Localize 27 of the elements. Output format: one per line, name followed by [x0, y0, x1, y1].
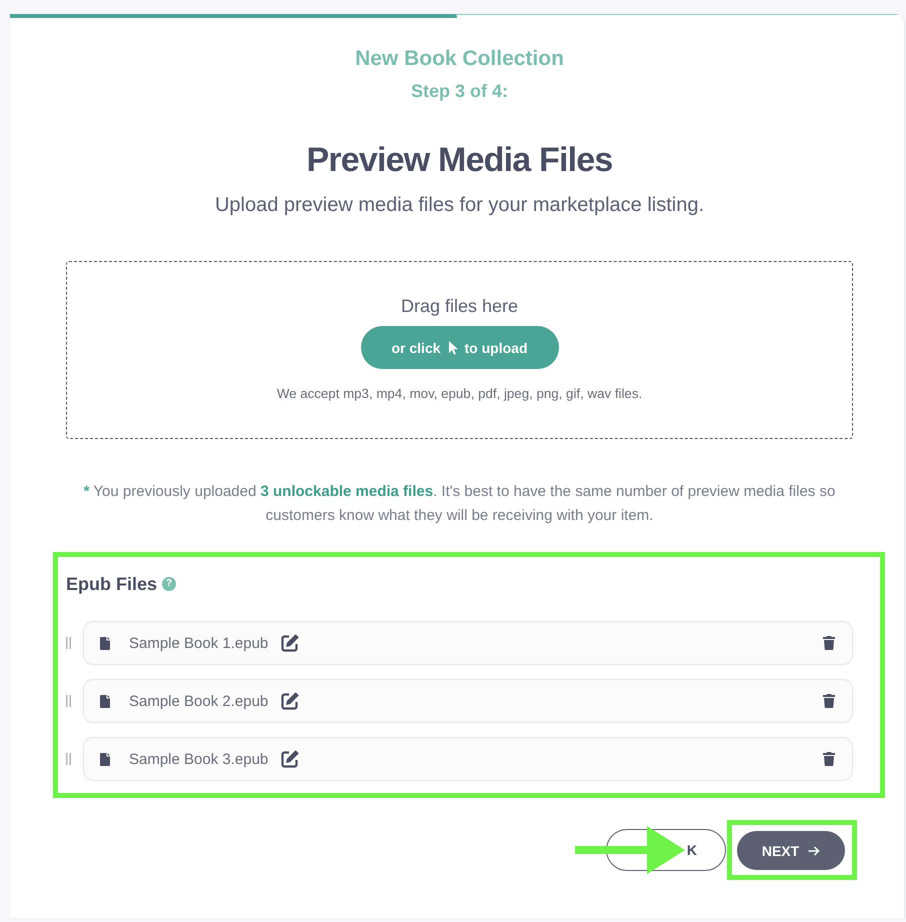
file-name: Sample Book 1.epub [129, 634, 268, 652]
drag-handle-icon[interactable] [66, 695, 71, 707]
file-name: Sample Book 3.epub [129, 750, 268, 768]
note-text: * You previously uploaded 3 unlockable media files. It's best to have the same number of preview media files so customers know what they will be receiving with your item. [82, 482, 836, 526]
edit-icon[interactable] [280, 749, 300, 769]
step-label: Step 3 of 4: [410, 80, 508, 102]
edit-icon[interactable] [280, 633, 300, 653]
collection-title: New Book Collection [355, 47, 564, 71]
trash-icon[interactable] [823, 694, 835, 708]
section-title: Epub Files [66, 573, 158, 596]
page-title: Preview Media Files [306, 140, 613, 180]
edit-icon[interactable] [280, 691, 300, 711]
drop-prompt: Drag files here [400, 295, 518, 317]
next-button[interactable]: NEXT [737, 831, 845, 870]
drag-handle-icon[interactable] [66, 637, 71, 649]
file-icon [100, 694, 110, 708]
drag-handle-icon[interactable] [66, 753, 71, 765]
file-icon [100, 636, 110, 650]
trash-icon[interactable] [823, 636, 835, 650]
file-icon [100, 752, 110, 766]
trash-icon[interactable] [823, 752, 835, 766]
accepted-formats-text: We accept mp3, mp4, mov, epub, pdf, jpeg, png, gif, wav files. [276, 385, 642, 403]
page-subtitle: Upload preview media files for your marketplace listing. [214, 193, 704, 217]
drop-zone[interactable]: Drag files here or click to upload We accept mp3, mp4, mov, epub, pdf, jpeg, png, gif, wav files. [66, 261, 853, 439]
file-name: Sample Book 2.epub [129, 692, 268, 710]
arrow-right-icon [808, 846, 820, 856]
cursor-icon [448, 340, 458, 354]
